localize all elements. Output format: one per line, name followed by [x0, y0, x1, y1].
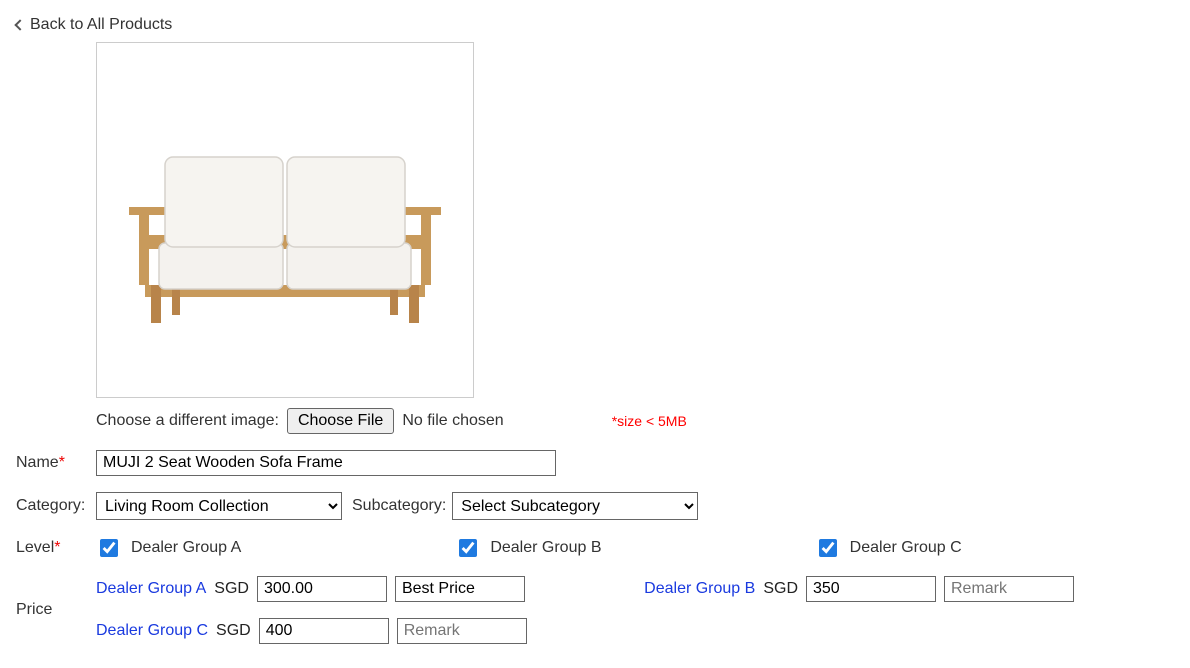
- level-item-a[interactable]: Dealer Group A: [96, 536, 455, 560]
- product-image: [96, 42, 474, 398]
- size-note: *size < 5MB: [612, 413, 687, 429]
- level-checkbox-c[interactable]: [819, 539, 837, 557]
- currency-c: SGD: [216, 622, 251, 640]
- name-label: Name: [16, 454, 59, 471]
- dealer-link-a[interactable]: Dealer Group A: [96, 580, 206, 598]
- currency-a: SGD: [214, 580, 249, 598]
- dealer-link-b[interactable]: Dealer Group B: [644, 580, 755, 598]
- subcategory-select[interactable]: Select Subcategory: [452, 492, 698, 520]
- price-cell-c: Dealer Group C SGD: [96, 618, 527, 644]
- sofa-icon: [125, 115, 445, 325]
- price-input-b[interactable]: [806, 576, 936, 602]
- back-link-label: Back to All Products: [30, 16, 172, 34]
- choose-file-button[interactable]: Choose File: [287, 408, 394, 434]
- level-label: Level: [16, 539, 54, 556]
- price-cell-b: Dealer Group B SGD: [644, 576, 1074, 602]
- file-status: No file chosen: [402, 412, 503, 430]
- price-label: Price: [16, 601, 52, 618]
- level-label-b: Dealer Group B: [490, 539, 601, 557]
- category-label: Category:: [16, 497, 85, 514]
- remark-input-c[interactable]: [397, 618, 527, 644]
- required-marker: *: [59, 454, 65, 471]
- subcategory-label: Subcategory:: [352, 497, 446, 515]
- remark-input-b[interactable]: [944, 576, 1074, 602]
- price-input-a[interactable]: [257, 576, 387, 602]
- level-checkbox-b[interactable]: [459, 539, 477, 557]
- price-input-c[interactable]: [259, 618, 389, 644]
- level-label-a: Dealer Group A: [131, 539, 241, 557]
- back-link[interactable]: Back to All Products: [16, 16, 172, 34]
- level-item-b[interactable]: Dealer Group B: [455, 536, 814, 560]
- remark-input-a[interactable]: [395, 576, 525, 602]
- required-marker: *: [54, 539, 60, 556]
- choose-image-label: Choose a different image:: [96, 412, 279, 430]
- level-label-c: Dealer Group C: [850, 539, 962, 557]
- level-checkbox-a[interactable]: [100, 539, 118, 557]
- chevron-left-icon: [14, 19, 25, 30]
- name-input[interactable]: [96, 450, 556, 476]
- dealer-link-c[interactable]: Dealer Group C: [96, 622, 208, 640]
- category-select[interactable]: Living Room Collection: [96, 492, 342, 520]
- currency-b: SGD: [763, 580, 798, 598]
- price-cell-a: Dealer Group A SGD: [96, 576, 525, 602]
- level-item-c[interactable]: Dealer Group C: [815, 536, 1174, 560]
